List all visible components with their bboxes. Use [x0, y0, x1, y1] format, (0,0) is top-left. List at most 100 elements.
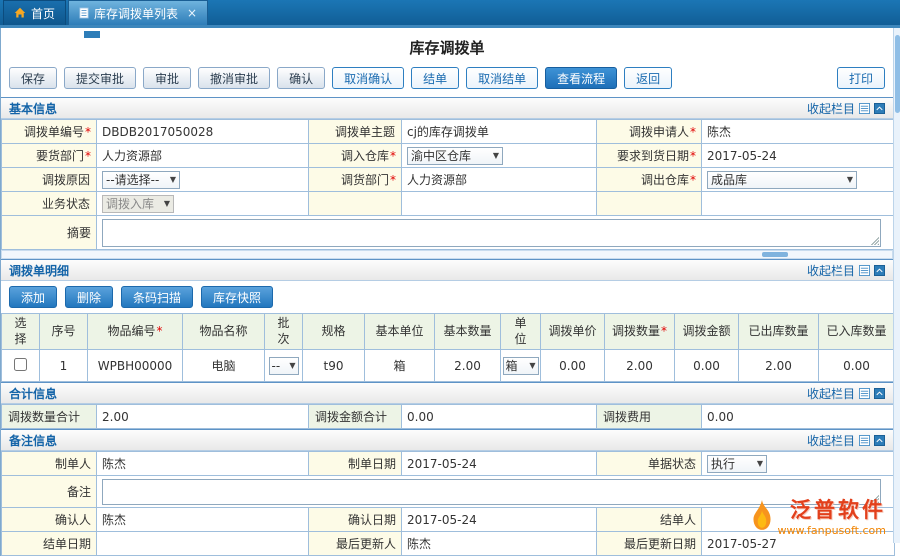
close-order-button[interactable]: 结单 [411, 67, 459, 89]
in-warehouse-value: 渝中区仓库 [411, 147, 471, 164]
last-update-date-label: 最后更新日期 [597, 532, 702, 556]
tab-connector [84, 31, 100, 38]
reason-value: --请选择-- [106, 171, 159, 188]
remarks-collapse-link[interactable]: 收起栏目 [807, 432, 885, 449]
cancel-close-button[interactable]: 取消结单 [466, 67, 538, 89]
tab-home[interactable]: 首页 [3, 0, 66, 25]
horizontal-scrollbar-thumb[interactable] [762, 252, 788, 257]
empty-label-cell [597, 192, 702, 216]
in-warehouse-label-cell: 调入仓库* [309, 144, 402, 168]
barcode-scan-button[interactable]: 条码扫描 [121, 286, 193, 308]
batch-select[interactable]: --▼ [269, 357, 299, 375]
in-warehouse-select[interactable]: 渝中区仓库 ▼ [407, 147, 503, 165]
col-item-no-label: 物品编号 [107, 324, 155, 338]
creator-label: 制单人 [2, 452, 97, 476]
col-select-label: 选择 [14, 316, 27, 347]
basic-info-collapse-link[interactable]: 收起栏目 [807, 100, 885, 117]
required-mark: * [157, 324, 163, 338]
approve-button[interactable]: 审批 [143, 67, 191, 89]
order-no-value[interactable]: DBDB2017050028 [97, 120, 309, 144]
fee-value[interactable]: 0.00 [702, 405, 895, 429]
flame-icon [750, 500, 774, 532]
chevron-down-icon: ▼ [847, 175, 853, 184]
remarks-section-header: 备注信息 收起栏目 [1, 429, 893, 451]
collapse-panel-icon [874, 388, 885, 399]
totals-collapse-link[interactable]: 收起栏目 [807, 385, 885, 402]
row-checkbox[interactable] [14, 358, 27, 371]
detail-collapse-link[interactable]: 收起栏目 [807, 262, 885, 279]
applicant-label-cell: 调拨申请人* [597, 120, 702, 144]
brand-url[interactable]: www.fanpusoft.com [778, 524, 886, 537]
confirmer-value: 陈杰 [97, 508, 309, 532]
home-icon [14, 7, 26, 19]
arrival-date-value[interactable]: 2017-05-24 [702, 144, 895, 168]
collapse-label: 收起栏目 [807, 100, 855, 117]
out-warehouse-cell: 成品库▼ [702, 168, 895, 192]
col-price: 调拨单价 [541, 314, 605, 350]
subject-label-cell: 调拨单主题 [309, 120, 402, 144]
last-updater-label: 最后更新人 [309, 532, 402, 556]
tab-close-icon[interactable]: × [187, 8, 197, 18]
row-base-qty[interactable]: 2.00 [435, 350, 501, 382]
row-price[interactable]: 0.00 [541, 350, 605, 382]
required-mark: * [690, 173, 696, 187]
document-icon [79, 7, 89, 19]
view-flow-button[interactable]: 查看流程 [545, 67, 617, 89]
doc-status-cell: 执行▼ [702, 452, 895, 476]
chevron-down-icon: ▼ [493, 151, 499, 160]
biz-status-select: 调拨入库▼ [102, 195, 174, 213]
required-mark: * [690, 149, 696, 163]
req-dept-label: 要货部门 [36, 149, 84, 163]
horizontal-scrollbar[interactable] [1, 250, 893, 259]
col-base-qty-label: 基本数量 [443, 324, 491, 338]
row-qty[interactable]: 2.00 [605, 350, 675, 382]
biz-status-label-cell: 业务状态 [2, 192, 97, 216]
supply-dept-label: 调货部门 [341, 173, 389, 187]
back-button[interactable]: 返回 [624, 67, 672, 89]
unit-select[interactable]: 箱▼ [503, 357, 539, 375]
subject-value[interactable]: cj的库存调拨单 [402, 120, 597, 144]
revoke-approval-button[interactable]: 撤消审批 [198, 67, 270, 89]
row-spec: t90 [303, 350, 365, 382]
cancel-confirm-button[interactable]: 取消确认 [332, 67, 404, 89]
req-dept-value[interactable]: 人力资源部 [97, 144, 309, 168]
in-warehouse-cell: 渝中区仓库 ▼ [402, 144, 597, 168]
stock-snapshot-button[interactable]: 库存快照 [201, 286, 273, 308]
reason-select[interactable]: --请选择--▼ [102, 171, 180, 189]
doc-status-select[interactable]: 执行▼ [707, 455, 767, 473]
supply-dept-value[interactable]: 人力资源部 [402, 168, 597, 192]
create-date-label: 制单日期 [309, 452, 402, 476]
tab-bar: 首页 库存调拨单列表 × [0, 0, 900, 28]
summary-textarea[interactable] [102, 219, 881, 247]
delete-row-button[interactable]: 删除 [65, 286, 113, 308]
confirm-date-label: 确认日期 [309, 508, 402, 532]
remarks-section-title: 备注信息 [9, 432, 57, 449]
req-dept-label-cell: 要货部门* [2, 144, 97, 168]
list-icon [859, 388, 870, 399]
confirmer-label: 确认人 [2, 508, 97, 532]
basic-info-title: 基本信息 [9, 100, 57, 117]
confirm-button[interactable]: 确认 [277, 67, 325, 89]
out-warehouse-label: 调出仓库 [641, 173, 689, 187]
print-button[interactable]: 打印 [837, 67, 885, 89]
col-item-name-label: 物品名称 [199, 324, 247, 338]
brand-watermark: 泛普软件 www.fanpusoft.com [750, 494, 886, 537]
brand-texts: 泛普软件 www.fanpusoft.com [778, 494, 886, 537]
submit-approval-button[interactable]: 提交审批 [64, 67, 136, 89]
tab-transfer-list-label: 库存调拨单列表 [94, 5, 178, 22]
chevron-down-icon: ▼ [757, 459, 763, 468]
tab-transfer-list[interactable]: 库存调拨单列表 × [68, 0, 208, 25]
list-icon [859, 435, 870, 446]
vertical-scrollbar-thumb[interactable] [895, 35, 900, 113]
out-warehouse-select[interactable]: 成品库▼ [707, 171, 857, 189]
reason-label-cell: 调拨原因 [2, 168, 97, 192]
detail-section-title: 调拨单明细 [9, 262, 69, 279]
save-button[interactable]: 保存 [9, 67, 57, 89]
add-row-button[interactable]: 添加 [9, 286, 57, 308]
arrival-date-label: 要求到货日期 [617, 149, 689, 163]
empty-value-cell [402, 192, 597, 216]
row-item-no[interactable]: WPBH00000 [88, 350, 183, 382]
applicant-value[interactable]: 陈杰 [702, 120, 895, 144]
row-item-name[interactable]: 电脑 [183, 350, 265, 382]
vertical-scrollbar[interactable] [893, 28, 900, 543]
